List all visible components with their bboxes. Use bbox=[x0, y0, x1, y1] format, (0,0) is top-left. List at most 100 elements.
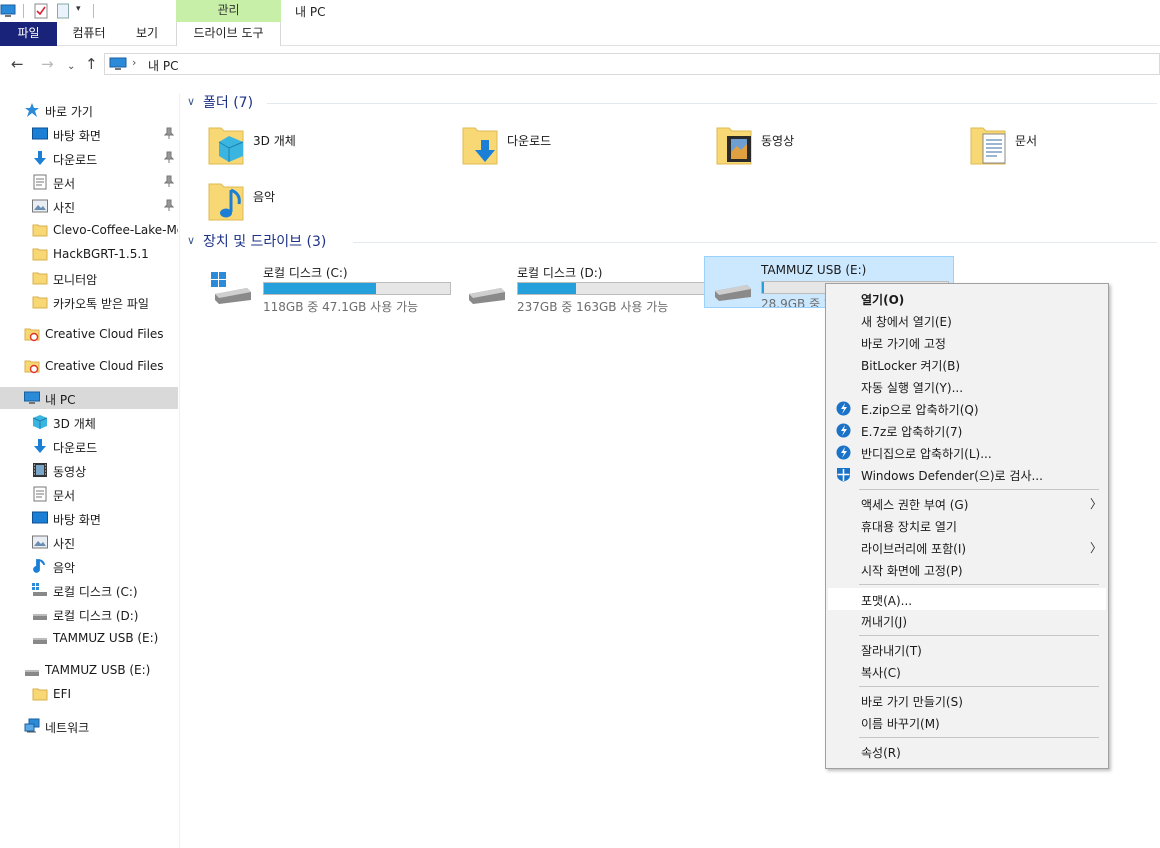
creative-cloud-icon bbox=[24, 360, 40, 374]
menu-item-open-portable[interactable]: 휴대용 장치로 열기 bbox=[828, 514, 1106, 536]
menu-item-eject[interactable]: 꺼내기(J) bbox=[828, 609, 1106, 631]
address-bar[interactable]: › 내 PC bbox=[104, 53, 1160, 75]
drive-free-space: 118GB 중 47.1GB 사용 가능 bbox=[263, 300, 419, 314]
sidebar-item-folder[interactable]: 모니터암 bbox=[0, 267, 178, 289]
divider bbox=[93, 4, 94, 18]
folder-item-music[interactable]: 음악 bbox=[181, 176, 421, 228]
menu-item-give-access[interactable]: 액세스 권한 부여 (G) 〉 bbox=[828, 492, 1106, 514]
menu-item-open-new-window[interactable]: 새 창에서 열기(E) bbox=[828, 309, 1106, 331]
film-icon bbox=[33, 463, 47, 477]
navigation-bar: ← → ⌄ ↑ › 내 PC bbox=[0, 50, 1160, 78]
chevron-down-icon[interactable]: ⌄ bbox=[67, 58, 75, 76]
menu-item-compress-bandizip[interactable]: 반디집으로 압축하기(L)... bbox=[828, 441, 1106, 463]
sidebar-item-3d-objects[interactable]: 3D 개체 bbox=[0, 411, 178, 433]
menu-item-label: 바로 가기 만들기(S) bbox=[861, 695, 963, 709]
sidebar-item-pictures[interactable]: 사진 bbox=[0, 531, 178, 553]
menu-item-format[interactable]: 포맷(A)... bbox=[828, 588, 1106, 610]
tab-view[interactable]: 보기 bbox=[124, 22, 170, 46]
sidebar-item-efi[interactable]: EFI bbox=[0, 683, 178, 705]
menu-item-defender-scan[interactable]: Windows Defender(으)로 검사... bbox=[828, 463, 1106, 485]
drive-item-d[interactable]: 로컬 디스크 (D:) 237GB 중 163GB 사용 가능 bbox=[445, 258, 705, 314]
sidebar-item-drive-d[interactable]: 로컬 디스크 (D:) bbox=[0, 603, 178, 625]
sidebar-item-folder[interactable]: 카카오톡 받은 파일 bbox=[0, 291, 178, 313]
tab-file[interactable]: 파일 bbox=[0, 22, 57, 46]
divider bbox=[23, 4, 24, 18]
menu-item-bitlocker[interactable]: BitLocker 켜기(B) bbox=[828, 353, 1106, 375]
sidebar-item-label: 사진 bbox=[53, 201, 76, 215]
menu-item-pin-quick-access[interactable]: 바로 가기에 고정 bbox=[828, 331, 1106, 353]
sidebar-item-desktop[interactable]: 바탕 화면 bbox=[0, 507, 178, 529]
sidebar-item-pictures[interactable]: 사진 bbox=[0, 195, 178, 217]
menu-item-autoplay[interactable]: 자동 실행 열기(Y)... bbox=[828, 375, 1106, 397]
sidebar-item-downloads[interactable]: 다운로드 bbox=[0, 147, 178, 169]
up-arrow-icon[interactable]: ↑ bbox=[85, 55, 98, 73]
menu-item-compress-zip[interactable]: E.zip으로 압축하기(Q) bbox=[828, 397, 1106, 419]
sidebar-item-creative-cloud[interactable]: Creative Cloud Files bbox=[0, 323, 178, 345]
group-title: 폴더 (7) bbox=[203, 95, 254, 111]
folder-item-videos[interactable]: 동영상 bbox=[689, 120, 929, 172]
folder-item-documents[interactable]: 문서 bbox=[943, 120, 1160, 172]
menu-item-include-library[interactable]: 라이브러리에 포함(I) 〉 bbox=[828, 536, 1106, 558]
folder-icon bbox=[32, 224, 48, 237]
folder-item-downloads[interactable]: 다운로드 bbox=[435, 120, 675, 172]
sidebar-item-videos[interactable]: 동영상 bbox=[0, 459, 178, 481]
drive-usage-bar bbox=[263, 282, 451, 295]
sidebar-item-documents[interactable]: 문서 bbox=[0, 483, 178, 505]
sidebar-item-network[interactable]: 네트워크 bbox=[0, 715, 178, 737]
sidebar-item-usb-root[interactable]: TAMMUZ USB (E:) bbox=[0, 659, 178, 681]
chevron-right-icon: 〉 bbox=[1090, 541, 1103, 555]
back-arrow-icon[interactable]: ← bbox=[11, 55, 24, 73]
pin-icon[interactable] bbox=[164, 151, 174, 163]
properties-icon[interactable] bbox=[34, 3, 48, 19]
menu-item-copy[interactable]: 복사(C) bbox=[828, 660, 1106, 682]
folder-3d-icon bbox=[208, 127, 244, 165]
cube-icon bbox=[32, 415, 48, 429]
creative-cloud-icon bbox=[24, 328, 40, 342]
group-header-drives[interactable]: ∨ 장치 및 드라이브 (3) bbox=[187, 231, 1157, 251]
drive-free-space: 237GB 중 163GB 사용 가능 bbox=[517, 300, 669, 314]
sidebar-item-documents[interactable]: 문서 bbox=[0, 171, 178, 193]
sidebar-item-folder[interactable]: Clevo-Coffee-Lake-Mod bbox=[0, 219, 178, 241]
sidebar-item-creative-cloud[interactable]: Creative Cloud Files bbox=[0, 355, 178, 377]
customize-dropdown-icon[interactable]: ▾ bbox=[76, 4, 86, 18]
sidebar-item-this-pc[interactable]: 내 PC bbox=[0, 387, 178, 409]
menu-item-properties[interactable]: 속성(R) bbox=[828, 740, 1106, 762]
menu-item-rename[interactable]: 이름 바꾸기(M) bbox=[828, 711, 1106, 733]
menu-item-cut[interactable]: 잘라내기(T) bbox=[828, 638, 1106, 660]
group-header-folders[interactable]: ∨ 폴더 (7) bbox=[187, 92, 1157, 112]
drive-name: 로컬 디스크 (C:) bbox=[263, 266, 348, 280]
desktop-icon bbox=[32, 127, 48, 140]
menu-item-label: 복사(C) bbox=[861, 666, 901, 680]
pin-icon[interactable] bbox=[164, 199, 174, 211]
manage-tab[interactable]: 관리 bbox=[176, 0, 281, 22]
new-folder-icon[interactable] bbox=[57, 3, 69, 19]
forward-arrow-icon[interactable]: → bbox=[41, 55, 54, 73]
tab-drive-tools[interactable]: 드라이브 도구 bbox=[176, 22, 281, 46]
menu-item-label: 꺼내기(J) bbox=[861, 615, 908, 629]
pin-icon[interactable] bbox=[164, 127, 174, 139]
menu-item-label: 액세스 권한 부여 (G) bbox=[861, 498, 969, 512]
sidebar-item-drive-e[interactable]: TAMMUZ USB (E:) bbox=[0, 627, 178, 649]
menu-item-compress-7z[interactable]: E.7z로 압축하기(7) bbox=[828, 419, 1106, 441]
breadcrumb[interactable]: 내 PC bbox=[148, 57, 178, 74]
sidebar-item-downloads[interactable]: 다운로드 bbox=[0, 435, 178, 457]
this-pc-icon bbox=[0, 4, 16, 17]
tab-computer[interactable]: 컴퓨터 bbox=[60, 22, 118, 46]
sidebar-item-desktop[interactable]: 바탕 화면 bbox=[0, 123, 178, 145]
pin-icon[interactable] bbox=[164, 175, 174, 187]
menu-item-pin-start[interactable]: 시작 화면에 고정(P) bbox=[828, 558, 1106, 580]
sidebar-item-label: 바탕 화면 bbox=[53, 129, 101, 143]
folder-item-3d-objects[interactable]: 3D 개체 bbox=[181, 120, 421, 172]
sidebar-item-quick-access[interactable]: 바로 가기 bbox=[0, 99, 178, 121]
breadcrumb-chevron-icon[interactable]: › bbox=[132, 56, 136, 69]
menu-item-create-shortcut[interactable]: 바로 가기 만들기(S) bbox=[828, 689, 1106, 711]
sidebar-item-music[interactable]: 음악 bbox=[0, 555, 178, 577]
drive-name: TAMMUZ USB (E:) bbox=[761, 263, 867, 277]
chevron-down-icon[interactable]: ∨ bbox=[187, 95, 195, 108]
sidebar-item-drive-c[interactable]: 로컬 디스크 (C:) bbox=[0, 579, 178, 601]
drive-item-c[interactable]: 로컬 디스크 (C:) 118GB 중 47.1GB 사용 가능 bbox=[191, 258, 451, 314]
sidebar-item-label: 로컬 디스크 (C:) bbox=[53, 585, 138, 599]
menu-item-open[interactable]: 열기(O) bbox=[828, 287, 1106, 309]
chevron-down-icon[interactable]: ∨ bbox=[187, 234, 195, 247]
sidebar-item-folder[interactable]: HackBGRT-1.5.1 bbox=[0, 243, 178, 265]
